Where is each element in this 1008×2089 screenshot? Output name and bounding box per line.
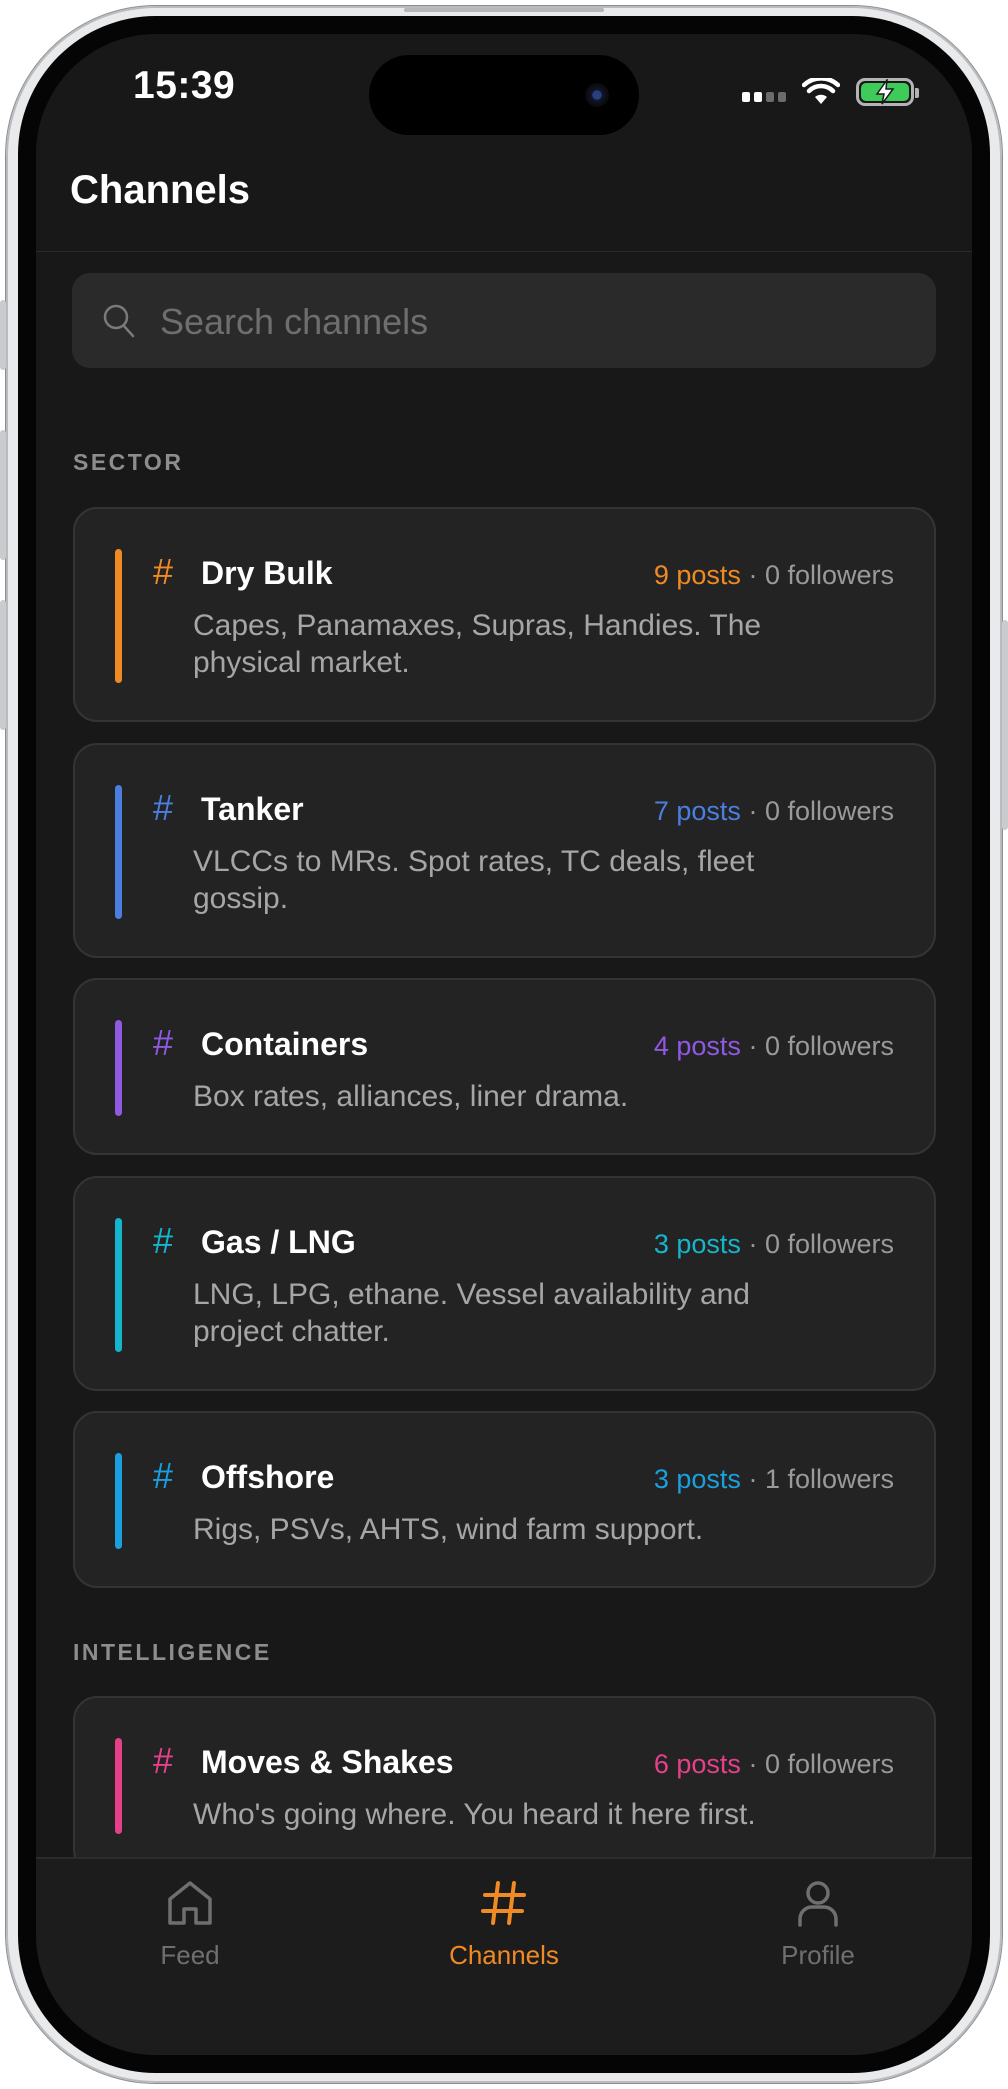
hash-icon: # bbox=[153, 1455, 174, 1496]
search-input[interactable]: Search channels bbox=[72, 273, 936, 368]
hash-icon: # bbox=[153, 1022, 174, 1063]
channel-card-moves-shakes[interactable]: # Moves & Shakes 6 posts · 0 followers W… bbox=[73, 1696, 936, 1873]
channel-post-count: 7 posts bbox=[653, 796, 741, 826]
channel-follower-count: · 0 followers bbox=[748, 560, 894, 590]
channel-card-containers[interactable]: # Containers 4 posts · 0 followers Box r… bbox=[73, 978, 936, 1155]
header-divider bbox=[36, 251, 972, 252]
channel-color-bar bbox=[115, 1020, 122, 1116]
channel-description: Capes, Panamaxes, Supras, Handies. The p… bbox=[193, 609, 762, 679]
channel-stats: 3 posts · 1 followers bbox=[654, 1464, 894, 1495]
channel-post-count: 3 posts bbox=[653, 1229, 741, 1259]
hash-icon: # bbox=[153, 787, 174, 828]
channel-stats: 6 posts · 0 followers bbox=[654, 1749, 894, 1780]
channel-stats: 4 posts · 0 followers bbox=[654, 1031, 894, 1062]
channel-name: Containers bbox=[201, 1026, 369, 1062]
channel-follower-count: · 0 followers bbox=[748, 1031, 894, 1061]
channel-name: Moves & Shakes bbox=[201, 1744, 454, 1780]
tab-profile[interactable]: Profile bbox=[718, 1877, 918, 1971]
channel-description: Box rates, alliances, liner drama. bbox=[193, 1080, 629, 1113]
home-icon bbox=[168, 1881, 212, 1925]
channel-color-bar bbox=[115, 1218, 122, 1352]
tab-bar: Feed Channels Profile bbox=[36, 1857, 972, 2055]
dynamic-island bbox=[369, 55, 639, 135]
page-title: Channels bbox=[70, 168, 251, 212]
search-icon bbox=[103, 304, 135, 338]
hash-icon: # bbox=[153, 1220, 174, 1261]
channel-color-bar bbox=[115, 1453, 122, 1549]
wifi-icon bbox=[802, 78, 840, 104]
channel-post-count: 3 posts bbox=[653, 1464, 741, 1494]
person-icon bbox=[798, 1881, 838, 1927]
camera-lens bbox=[585, 83, 609, 107]
tab-label-channels: Channels bbox=[449, 1940, 559, 1970]
tab-label-feed: Feed bbox=[160, 1940, 220, 1970]
channel-card-gas-lng[interactable]: # Gas / LNG 3 posts · 0 followers LNG, L… bbox=[73, 1176, 936, 1391]
volume-up-button bbox=[0, 430, 6, 560]
hash-icon bbox=[481, 1881, 526, 1925]
tab-channels[interactable]: Channels bbox=[404, 1877, 604, 1971]
channel-description: Who's going where. You heard it here fir… bbox=[193, 1798, 756, 1831]
channel-description: Rigs, PSVs, AHTS, wind farm support. bbox=[193, 1513, 704, 1546]
action-button bbox=[0, 300, 6, 370]
power-button bbox=[1002, 620, 1008, 830]
channel-card-dry-bulk[interactable]: # Dry Bulk 9 posts · 0 followers Capes, … bbox=[73, 507, 936, 722]
channel-post-count: 6 posts bbox=[653, 1749, 741, 1779]
channel-stats: 3 posts · 0 followers bbox=[654, 1229, 894, 1260]
channel-stats: 7 posts · 0 followers bbox=[654, 796, 894, 827]
phone-speaker-slot bbox=[404, 8, 604, 12]
channel-name: Offshore bbox=[201, 1459, 335, 1495]
battery-icon bbox=[856, 78, 919, 106]
status-time: 15:39 bbox=[133, 64, 236, 107]
channel-post-count: 9 posts bbox=[653, 560, 741, 590]
channel-follower-count: · 0 followers bbox=[748, 796, 894, 826]
channel-color-bar bbox=[115, 785, 122, 919]
channel-color-bar bbox=[115, 1738, 122, 1834]
hash-icon: # bbox=[153, 551, 174, 592]
channel-color-bar bbox=[115, 549, 122, 683]
status-icons bbox=[742, 74, 919, 110]
cellular-signal-icon bbox=[742, 82, 786, 102]
channel-post-count: 4 posts bbox=[653, 1031, 741, 1061]
volume-down-button bbox=[0, 600, 6, 730]
section-label-intelligence: INTELLIGENCE bbox=[73, 1639, 272, 1665]
channel-description: VLCCs to MRs. Spot rates, TC deals, flee… bbox=[193, 845, 755, 915]
channel-name: Tanker bbox=[201, 791, 304, 827]
charging-bolt-icon bbox=[875, 79, 895, 105]
channel-stats: 9 posts · 0 followers bbox=[654, 560, 894, 591]
channel-follower-count: · 0 followers bbox=[748, 1749, 894, 1779]
section-label-sector: SECTOR bbox=[73, 449, 184, 475]
tab-feed[interactable]: Feed bbox=[90, 1877, 290, 1971]
search-placeholder: Search channels bbox=[160, 301, 429, 342]
tab-label-profile: Profile bbox=[781, 1940, 855, 1970]
channel-description: LNG, LPG, ethane. Vessel availability an… bbox=[193, 1278, 750, 1348]
channel-follower-count: · 1 followers bbox=[748, 1464, 894, 1494]
channel-card-tanker[interactable]: # Tanker 7 posts · 0 followers VLCCs to … bbox=[73, 743, 936, 958]
channel-follower-count: · 0 followers bbox=[748, 1229, 894, 1259]
channel-card-offshore[interactable]: # Offshore 3 posts · 1 followers Rigs, P… bbox=[73, 1411, 936, 1588]
screen: 15:39 Channels Search channels SECTOR # … bbox=[36, 34, 972, 2055]
channel-name: Dry Bulk bbox=[201, 555, 333, 591]
hash-icon: # bbox=[153, 1740, 174, 1781]
channel-name: Gas / LNG bbox=[201, 1224, 356, 1260]
